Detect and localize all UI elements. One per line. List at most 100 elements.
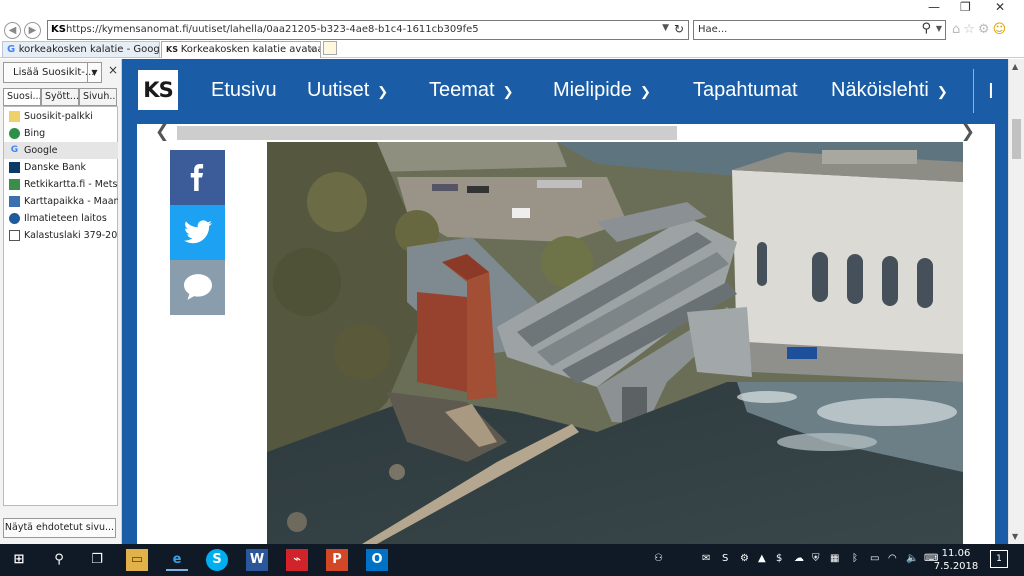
nav-label: Teemat <box>429 79 495 101</box>
tab-history[interactable]: Sivuh... <box>79 88 117 106</box>
close-sidebar-icon[interactable]: × <box>108 63 118 77</box>
powerpoint-icon[interactable]: P <box>326 549 348 571</box>
twitter-share-button[interactable] <box>170 205 225 260</box>
favorites-list: Suosikit-palkki Bing G Google Danske Bank… <box>3 106 118 506</box>
windows-start-icon[interactable]: ⊞ <box>8 549 30 571</box>
scroll-left-icon[interactable]: ❮ <box>155 122 169 142</box>
settings-gear-icon[interactable]: ⚙ <box>978 22 993 37</box>
outlook-icon[interactable]: O <box>366 549 388 571</box>
minimize-icon[interactable]: — <box>928 0 940 14</box>
folder-icon <box>9 111 20 122</box>
cloud-tray-icon[interactable]: ☁ <box>794 553 804 564</box>
favorite-item[interactable]: Suosikit-palkki <box>4 108 118 125</box>
scroll-up-icon[interactable]: ▲ <box>1012 62 1018 71</box>
tab-favorites[interactable]: Suosi... <box>3 88 41 106</box>
search-icon[interactable]: ⚲ <box>921 21 931 36</box>
bank-icon <box>9 162 20 173</box>
address-dropdown-icon[interactable]: ▼ <box>662 23 669 33</box>
shield-icon[interactable]: ⛨ <box>812 553 820 564</box>
favorite-label: Bing <box>24 128 46 139</box>
vertical-scrollbar[interactable]: ▲ ▼ <box>1008 59 1024 544</box>
back-icon[interactable]: ◀ <box>4 22 21 39</box>
tab-google[interactable]: G korkeakosken kalatie - Google-... <box>2 41 160 58</box>
nav-label: Näköislehti <box>831 79 929 101</box>
add-favorites-button[interactable]: Lisää Suosikit-... ▼ <box>3 62 102 83</box>
favorite-item[interactable]: Retkikartta.fi - Metsä... <box>4 176 118 193</box>
people-icon[interactable]: ⚇ <box>654 553 663 564</box>
nav-item-mielipide[interactable]: Mielipide ❯ <box>553 79 651 102</box>
task-view-icon[interactable]: ❐ <box>86 549 108 571</box>
currency-tray-icon[interactable]: $ <box>776 553 782 564</box>
wifi-icon[interactable]: ◠ <box>888 553 897 564</box>
tray-icon[interactable]: ⚙ <box>740 553 749 564</box>
nav-item-tapahtumat[interactable]: Tapahtumat <box>693 79 798 102</box>
favorite-item[interactable]: Kalastuslaki 379-201... <box>4 227 118 244</box>
volume-icon[interactable]: 🔈 <box>906 553 918 564</box>
globe-icon <box>9 128 20 139</box>
system-clock[interactable]: 11.06 7.5.2018 <box>930 547 982 573</box>
search-box[interactable]: Hae... ⚲ ▼ <box>693 20 946 40</box>
new-tab-button[interactable] <box>323 41 337 55</box>
tab-label: Korkeakosken kalatie avataan... <box>180 44 320 55</box>
chevron-down-icon: ❯ <box>377 84 389 99</box>
comment-icon <box>184 274 212 300</box>
security-tray-icon[interactable]: ▦ <box>830 553 839 564</box>
comment-share-button[interactable] <box>170 260 225 315</box>
smiley-icon[interactable]: ☺ <box>993 22 1010 37</box>
nav-item-etusivu[interactable]: Etusivu <box>211 79 277 102</box>
nav-item-overflow[interactable]: I <box>988 79 994 103</box>
fishway-aerial-photo <box>267 142 963 544</box>
tab-kymensanomat[interactable]: KS Korkeakosken kalatie avataan... × <box>161 41 321 58</box>
facebook-share-button[interactable] <box>170 150 225 205</box>
toolbar-icons: ⌂☆⚙☺ <box>952 22 1009 37</box>
close-window-icon[interactable]: ✕ <box>995 0 1005 14</box>
suggested-sites-button[interactable]: Näytä ehdotetut sivu... <box>3 518 116 538</box>
nav-item-teemat[interactable]: Teemat ❯ <box>429 79 514 102</box>
refresh-icon[interactable]: ↻ <box>674 22 684 36</box>
nav-label: Uutiset <box>307 79 370 101</box>
action-center-icon[interactable]: 1 <box>990 550 1008 568</box>
network-tray-icon[interactable]: ▲ <box>758 553 766 564</box>
address-bar[interactable]: KS https://kymensanomat.fi/uutiset/lahel… <box>47 20 689 40</box>
bluetooth-icon[interactable]: ᛒ <box>852 553 858 564</box>
favorite-item[interactable]: G Google <box>4 142 118 159</box>
horizontal-scrollbar[interactable]: ❮ ❯ <box>137 122 995 142</box>
weather-icon <box>9 213 20 224</box>
pdf-reader-icon[interactable]: ⌁ <box>286 549 308 571</box>
skype-tray-icon[interactable]: S <box>722 553 728 564</box>
search-icon[interactable]: ⚲ <box>48 549 70 571</box>
forward-icon[interactable]: ▶ <box>24 22 41 39</box>
favorite-item[interactable]: Ilmatieteen laitos <box>4 210 118 227</box>
home-icon[interactable]: ⌂ <box>952 22 963 37</box>
scroll-right-icon[interactable]: ❯ <box>961 122 975 142</box>
favorite-item[interactable]: Danske Bank <box>4 159 118 176</box>
favorite-label: Danske Bank <box>24 162 86 173</box>
web-content: KS Etusivu Uutiset ❯ Teemat ❯ Mielipide ❯ T… <box>122 59 1008 544</box>
battery-icon[interactable]: ▭ <box>870 553 879 564</box>
search-dropdown-icon[interactable]: ▼ <box>936 24 942 33</box>
favorites-star-icon[interactable]: ☆ <box>963 22 978 37</box>
restore-icon[interactable]: ❐ <box>960 0 971 14</box>
file-explorer-icon[interactable]: ▭ <box>126 549 148 571</box>
map-icon <box>9 179 20 190</box>
chevron-down-icon[interactable]: ▼ <box>87 63 101 82</box>
scroll-thumb[interactable] <box>177 126 677 140</box>
site-logo[interactable]: KS <box>138 70 178 110</box>
site-nav: KS Etusivu Uutiset ❯ Teemat ❯ Mielipide ❯ T… <box>122 59 1008 123</box>
nav-item-nakoislehti[interactable]: Näköislehti ❯ <box>831 79 948 102</box>
favorite-label: Retkikartta.fi - Metsä... <box>24 179 118 190</box>
sidebar-tabs: Suosi... Syött... Sivuh... <box>3 88 118 106</box>
internet-explorer-icon[interactable]: e <box>166 549 188 571</box>
google-icon: G <box>7 44 19 55</box>
vertical-scroll-thumb[interactable] <box>1012 119 1021 159</box>
scroll-down-icon[interactable]: ▼ <box>1012 532 1018 541</box>
skype-icon[interactable]: S <box>206 549 228 571</box>
close-tab-icon[interactable]: × <box>308 42 316 58</box>
nav-item-uutiset[interactable]: Uutiset ❯ <box>307 79 388 102</box>
outlook-tray-icon[interactable]: ✉ <box>702 553 710 564</box>
tab-feeds[interactable]: Syött... <box>41 88 79 106</box>
favorite-item[interactable]: Bing <box>4 125 118 142</box>
favorite-item[interactable]: Karttapaikka - Maan... <box>4 193 118 210</box>
nav-label: Mielipide <box>553 79 632 101</box>
word-icon[interactable]: W <box>246 549 268 571</box>
